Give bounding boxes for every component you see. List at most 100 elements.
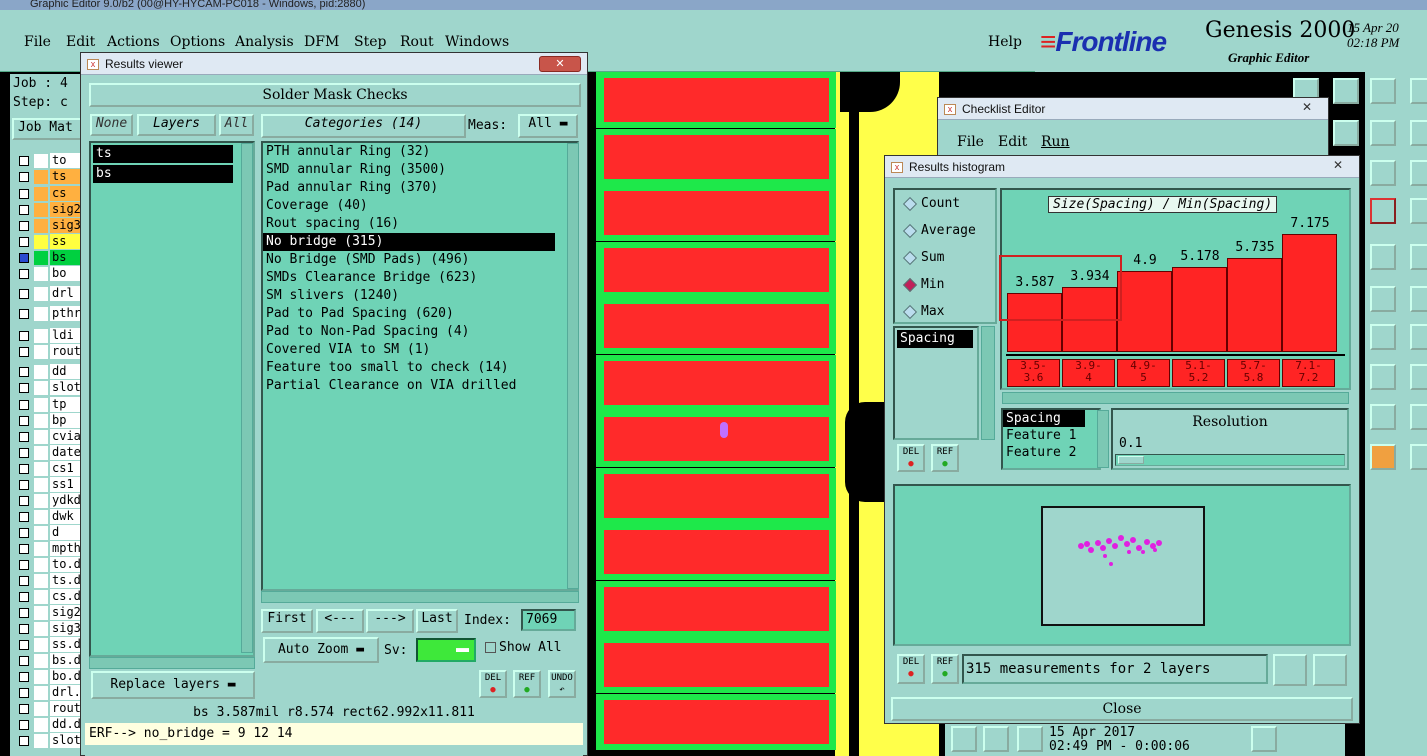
- select-icon[interactable]: [1410, 444, 1427, 470]
- status-icon-3[interactable]: [1017, 726, 1043, 752]
- layer-row[interactable]: drl: [14, 286, 80, 302]
- layer-checkbox[interactable]: [19, 480, 29, 490]
- category-item[interactable]: No bridge (315): [263, 233, 555, 251]
- layer-checkbox[interactable]: [19, 544, 29, 554]
- layer-row[interactable]: bo: [14, 266, 80, 282]
- prev-button[interactable]: <---: [316, 609, 364, 633]
- layer-checkbox[interactable]: [19, 367, 29, 377]
- radio-average[interactable]: Average: [899, 219, 995, 243]
- checklist-menu-file[interactable]: File: [957, 134, 984, 150]
- undo-button[interactable]: UNDO ↶: [548, 670, 576, 698]
- measure-icon[interactable]: [1410, 404, 1427, 430]
- copy-icon[interactable]: [1410, 120, 1427, 146]
- del-button[interactable]: DEL ●: [479, 670, 507, 698]
- menu-edit[interactable]: Edit: [66, 34, 95, 50]
- layer-row[interactable]: cs: [14, 186, 80, 202]
- error-marker[interactable]: [720, 422, 728, 438]
- categories-scrollbar[interactable]: [567, 143, 579, 589]
- menu-step[interactable]: Step: [354, 34, 386, 50]
- layer-checkbox[interactable]: [19, 432, 29, 442]
- layer-row[interactable]: drl.: [14, 685, 80, 701]
- layer-checkbox[interactable]: [19, 736, 29, 746]
- layer-row[interactable]: cs1: [14, 461, 80, 477]
- resolution-slider[interactable]: [1115, 454, 1345, 466]
- sv-color-dropdown[interactable]: ▬: [416, 638, 476, 662]
- layer-checkbox[interactable]: [19, 592, 29, 602]
- list-item[interactable]: Spacing: [897, 330, 973, 348]
- rotate-icon[interactable]: [1370, 120, 1396, 146]
- triangle-icon[interactable]: [1370, 404, 1396, 430]
- last-button[interactable]: Last: [416, 609, 458, 633]
- layer-row[interactable]: dd: [14, 364, 80, 380]
- layer-checkbox[interactable]: [19, 347, 29, 357]
- layer-checkbox[interactable]: [19, 720, 29, 730]
- monitor-icon[interactable]: [1410, 78, 1427, 104]
- layer-list-scrollbar[interactable]: [241, 143, 253, 653]
- layer-row[interactable]: sig2: [14, 202, 80, 218]
- checklist-menu-run[interactable]: Run: [1041, 134, 1070, 150]
- close-icon[interactable]: ✕: [1323, 159, 1353, 173]
- checklist-menu-edit[interactable]: Edit: [998, 134, 1027, 150]
- categories-button[interactable]: Categories (14): [261, 114, 466, 138]
- measure-list[interactable]: Spacing: [893, 326, 979, 440]
- preview-thumbnail[interactable]: [1041, 506, 1205, 626]
- layer-row[interactable]: bs.d: [14, 653, 80, 669]
- layer-checkbox[interactable]: [19, 704, 29, 714]
- auto-zoom-dropdown[interactable]: Auto Zoom ▬: [263, 637, 379, 663]
- replace-layers-dropdown[interactable]: Replace layers ▬: [91, 671, 255, 699]
- layer-row[interactable]: ss: [14, 234, 80, 250]
- layer-row[interactable]: cs.d: [14, 589, 80, 605]
- toolbar-icon-b[interactable]: [1333, 78, 1359, 104]
- list-item[interactable]: bs: [93, 165, 233, 183]
- category-item[interactable]: PTH annular Ring (32): [263, 143, 577, 161]
- category-item[interactable]: No Bridge (SMD Pads) (496): [263, 251, 577, 269]
- layer-checkbox[interactable]: [19, 464, 29, 474]
- export-icon[interactable]: [1273, 654, 1307, 686]
- meas-dropdown[interactable]: All ▬: [518, 114, 578, 138]
- layer-row[interactable]: tp: [14, 397, 80, 413]
- line-icon[interactable]: [1370, 286, 1396, 312]
- layer-row[interactable]: ydkd: [14, 493, 80, 509]
- first-button[interactable]: First: [261, 609, 313, 633]
- layer-checkbox[interactable]: [19, 512, 29, 522]
- layer-checkbox[interactable]: [19, 400, 29, 410]
- preview-ref-button[interactable]: REF ●: [931, 654, 959, 684]
- layer-row[interactable]: date: [14, 445, 80, 461]
- layer-checkbox[interactable]: [19, 156, 29, 166]
- import-icon[interactable]: [1313, 654, 1347, 686]
- layer-checkbox[interactable]: [19, 576, 29, 586]
- layer-checkbox[interactable]: [19, 253, 29, 263]
- layer-row[interactable]: to.d: [14, 557, 80, 573]
- category-item[interactable]: Pad to Non-Pad Spacing (4): [263, 323, 577, 341]
- category-item[interactable]: Pad annular Ring (370): [263, 179, 577, 197]
- layer-checkbox[interactable]: [19, 640, 29, 650]
- line2-icon[interactable]: [1410, 286, 1427, 312]
- grid2-icon[interactable]: [1410, 160, 1427, 186]
- layer-row[interactable]: dwk: [14, 509, 80, 525]
- layer-checkbox[interactable]: [19, 269, 29, 279]
- layer-row[interactable]: mpth: [14, 541, 80, 557]
- layer-row[interactable]: ss.d: [14, 637, 80, 653]
- all-button[interactable]: All: [219, 114, 254, 136]
- histogram-bar[interactable]: [1282, 234, 1337, 352]
- layer-checkbox[interactable]: [19, 624, 29, 634]
- layer-checkbox[interactable]: [19, 221, 29, 231]
- zoom-icon[interactable]: [1410, 364, 1427, 390]
- categories-hscrollbar[interactable]: [261, 591, 579, 603]
- preview-del-button[interactable]: DEL ●: [897, 654, 925, 684]
- field-list[interactable]: Spacing Feature 1 Feature 2: [1001, 408, 1101, 470]
- radio-sum[interactable]: Sum: [899, 246, 995, 270]
- layer-checkbox[interactable]: [19, 496, 29, 506]
- measure-list-scrollbar[interactable]: [981, 326, 995, 440]
- categories-list[interactable]: PTH annular Ring (32) SMD annular Ring (3…: [261, 141, 579, 591]
- index-input[interactable]: 7069: [521, 609, 576, 631]
- category-item[interactable]: Covered VIA to SM (1): [263, 341, 577, 359]
- menu-dfm[interactable]: DFM: [304, 34, 339, 50]
- layer-checkbox[interactable]: [19, 205, 29, 215]
- layer-checkbox[interactable]: [19, 331, 29, 341]
- job-matrix-button[interactable]: Job Mat: [12, 118, 88, 140]
- menu-actions[interactable]: Actions: [107, 34, 160, 50]
- layer-row[interactable]: ts.d: [14, 573, 80, 589]
- layer-checkbox[interactable]: [19, 289, 29, 299]
- radio-count[interactable]: Count: [899, 192, 995, 216]
